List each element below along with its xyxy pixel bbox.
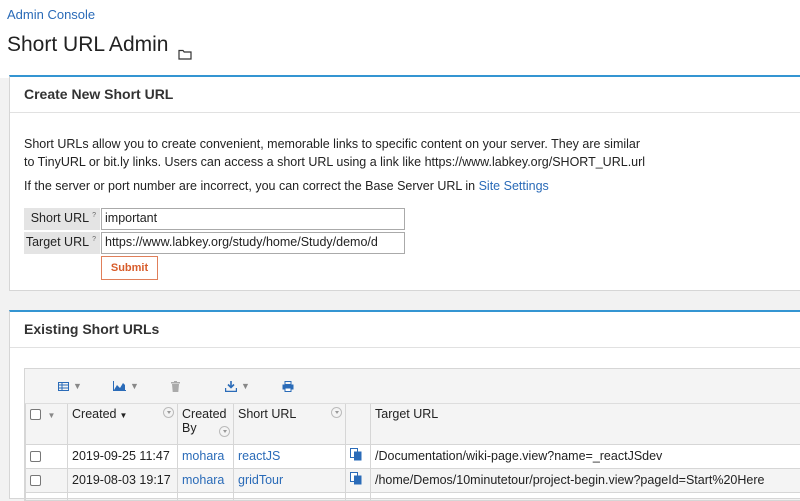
table-row: 2019-08-03 19:17 mohara gridTour /home/D… (26, 468, 800, 492)
target-url-header[interactable]: Target URL (371, 404, 800, 444)
table-row: 2019-09-25 11:47 mohara reactJS /Documen… (26, 444, 800, 468)
short-url-label: Short URL ? (24, 208, 100, 230)
short-url-form: Short URL ? important Target URL ? https… (24, 208, 405, 280)
copy-icon[interactable] (350, 448, 362, 461)
target-url-cell: /home/Demos/10minutetour/project-begin.v… (371, 468, 800, 492)
help-icon[interactable]: ? (92, 212, 96, 219)
created-header[interactable]: Created▼ (68, 404, 178, 444)
row-checkbox[interactable] (30, 475, 41, 486)
charts-icon (113, 381, 126, 391)
delete-icon (171, 381, 180, 392)
create-short-url-panel: Create New Short URL Short URLs allow yo… (9, 75, 800, 291)
charts-button[interactable]: ▼ (113, 378, 139, 394)
grid-toolbar: ▼ ▼ ▼ (25, 369, 800, 404)
row-checkbox[interactable] (30, 451, 41, 462)
copy-icon[interactable] (350, 472, 362, 485)
created-by-link[interactable]: mohara (182, 449, 224, 463)
column-menu-icon[interactable] (331, 407, 342, 418)
target-url-cell: /Documentation/wiki-page.view?name=_reac… (371, 444, 800, 468)
submit-button[interactable]: Submit (101, 256, 158, 280)
select-all-checkbox[interactable] (30, 409, 41, 420)
column-menu-icon[interactable] (163, 407, 174, 418)
panel-heading: Existing Short URLs (10, 312, 800, 348)
target-url-input[interactable]: https://www.labkey.org/study/home/Study/… (101, 232, 405, 254)
column-menu-icon[interactable] (219, 426, 230, 437)
chevron-down-icon: ▼ (241, 381, 250, 391)
grid-views-button[interactable]: ▼ (58, 378, 82, 394)
chevron-down-icon: ▼ (73, 381, 82, 391)
copy-column-header (346, 404, 371, 444)
created-by-header[interactable]: Created By (178, 404, 234, 444)
short-url-link[interactable]: reactJS (238, 449, 280, 463)
table-row (26, 492, 800, 501)
short-urls-table: ▼ Created▼ Created By Short URL Target U… (25, 404, 800, 501)
export-button[interactable]: ▼ (225, 378, 250, 394)
export-icon (225, 381, 237, 392)
delete-button[interactable] (171, 378, 180, 394)
description: Short URLs allow you to create convenien… (24, 135, 724, 171)
site-settings-link[interactable]: Site Settings (479, 179, 549, 193)
target-url-label: Target URL ? (24, 232, 100, 254)
existing-short-urls-panel: Existing Short URLs ▼ ▼ ▼ (9, 310, 800, 499)
select-all-header: ▼ (26, 404, 68, 444)
short-url-header[interactable]: Short URL (234, 404, 346, 444)
page-title: Short URL Admin (7, 33, 192, 57)
help-icon[interactable]: ? (92, 236, 96, 243)
page-header: Admin Console Short URL Admin (0, 0, 800, 78)
breadcrumb[interactable]: Admin Console (7, 7, 95, 22)
chevron-down-icon[interactable]: ▼ (47, 411, 55, 420)
created-cell: 2019-08-03 19:17 (68, 468, 178, 492)
folder-icon[interactable] (178, 42, 192, 53)
short-url-link[interactable]: gridTour (238, 473, 283, 487)
server-note: If the server or port number are incorre… (24, 179, 549, 193)
page-title-text: Short URL Admin (7, 33, 168, 57)
sort-descending-icon: ▼ (119, 411, 127, 420)
chevron-down-icon: ▼ (130, 381, 139, 391)
created-by-link[interactable]: mohara (182, 473, 224, 487)
grid-views-icon (58, 382, 69, 391)
short-url-input[interactable]: important (101, 208, 405, 230)
panel-heading: Create New Short URL (10, 77, 800, 113)
table-header-row: ▼ Created▼ Created By Short URL Target U… (26, 404, 800, 444)
created-cell: 2019-09-25 11:47 (68, 444, 178, 468)
print-icon (282, 381, 294, 392)
short-urls-grid: ▼ ▼ ▼ ▼ (24, 368, 800, 501)
print-button[interactable] (282, 378, 294, 394)
